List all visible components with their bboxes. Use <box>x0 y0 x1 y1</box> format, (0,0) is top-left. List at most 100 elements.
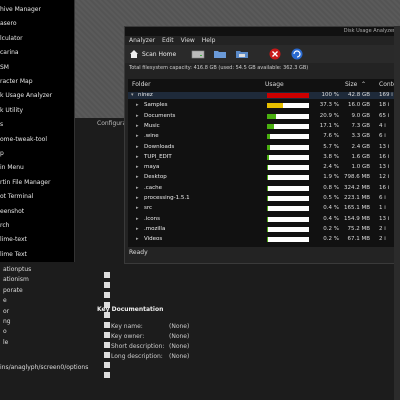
app-menu-item[interactable]: carina <box>0 46 19 60</box>
app-menu-item[interactable]: k Usage Analyzer <box>0 89 52 103</box>
app-menu-item[interactable]: SM <box>0 61 9 75</box>
table-row[interactable]: ▸ .wine 7.6 % 3.3 GB 6 i <box>128 133 398 140</box>
expander-closed-icon[interactable]: ▸ <box>136 164 139 170</box>
config-tree-item[interactable]: e <box>3 297 7 304</box>
expander-closed-icon[interactable]: ▸ <box>136 144 139 150</box>
config-tree-item[interactable]: or <box>3 308 9 315</box>
expander-open-icon[interactable]: ▾ <box>131 92 134 98</box>
refresh-icon <box>291 48 303 60</box>
app-menu-item[interactable]: racter Map <box>0 75 33 89</box>
config-key-icon[interactable] <box>104 282 110 288</box>
app-menu-item[interactable]: ot Terminal <box>0 190 33 204</box>
folder-size: 1.6 GB <box>351 153 370 160</box>
folder-name: Desktop <box>144 174 167 181</box>
expander-closed-icon[interactable]: ▸ <box>136 102 139 108</box>
menu-help[interactable]: Help <box>202 37 216 44</box>
folder-size: 798.6 MB <box>343 174 370 181</box>
usage-bar-fill <box>267 165 269 171</box>
table-row[interactable]: ▸ src 0.4 % 165.1 MB 1 i <box>128 205 398 212</box>
usage-bar <box>267 216 309 222</box>
column-header-size[interactable]: Size <box>345 81 357 91</box>
usage-bar-fill <box>267 134 271 140</box>
folder-size: 7.3 GB <box>351 122 370 129</box>
usage-bar <box>267 134 309 140</box>
scan-filesystem-button[interactable] <box>191 49 205 59</box>
table-row[interactable]: ▸ Downloads 5.7 % 2.4 GB 13 i <box>128 144 398 151</box>
key-doc-label: Long description: <box>111 353 163 360</box>
table-row[interactable]: ▸ Samples 37.3 % 16.0 GB 18 i <box>128 102 398 109</box>
usage-bar <box>267 175 309 181</box>
column-header-usage[interactable]: Usage <box>265 81 284 91</box>
expander-closed-icon[interactable]: ▸ <box>136 216 139 222</box>
menu-analyzer[interactable]: Analyzer <box>129 37 155 44</box>
table-row[interactable]: ▾ ninez 100 % 42.8 GB 169 i <box>128 92 398 100</box>
usage-bar <box>267 123 309 129</box>
app-menu-item[interactable]: lime Text <box>0 248 27 262</box>
config-tree-item[interactable]: le <box>3 339 8 346</box>
expander-closed-icon[interactable]: ▸ <box>136 113 139 119</box>
menu-edit[interactable]: Edit <box>162 37 174 44</box>
background-window-edge <box>394 26 400 400</box>
menu-view[interactable]: View <box>181 37 195 44</box>
scan-home-button[interactable]: Scan Home <box>129 49 176 59</box>
expander-closed-icon[interactable]: ▸ <box>136 185 139 191</box>
app-menu-item[interactable]: lime-text <box>0 233 27 247</box>
app-menu-item[interactable]: asero <box>0 17 17 31</box>
app-menu-item[interactable]: s <box>0 118 3 132</box>
usage-bar-fill <box>267 237 269 243</box>
config-tree-item[interactable]: ationism <box>3 276 29 283</box>
expander-closed-icon[interactable]: ▸ <box>136 205 139 211</box>
app-menu-item[interactable]: rch <box>0 219 9 233</box>
column-header-folder[interactable]: Folder <box>132 81 151 91</box>
config-tree-item[interactable]: porate <box>3 287 23 294</box>
table-row[interactable]: ▸ Desktop 1.9 % 798.6 MB 12 i <box>128 174 398 181</box>
config-tree-item[interactable]: ng <box>3 318 11 325</box>
remote-folder-icon <box>236 51 248 58</box>
table-row[interactable]: ▸ .mozilla 0.2 % 75.2 MB 2 i <box>128 226 398 233</box>
scan-folder-button[interactable] <box>213 49 227 59</box>
table-row[interactable]: ▸ Documents 20.9 % 9.0 GB 65 i <box>128 113 398 120</box>
config-tree-item[interactable]: ationptus <box>3 266 31 273</box>
expander-closed-icon[interactable]: ▸ <box>136 133 139 139</box>
app-menu-item[interactable]: ome-tweak-tool <box>0 133 47 147</box>
config-key-icon[interactable] <box>104 272 110 278</box>
folder-name: Music <box>144 122 160 129</box>
folder-usage-table: Folder Usage Size ⌃ Conten ▾ ninez 100 % 42… <box>128 79 400 247</box>
config-tree-item[interactable]: o <box>3 328 7 335</box>
key-documentation-title: Key Documentation <box>97 306 164 313</box>
usage-bar <box>267 165 309 171</box>
scan-remote-folder-button[interactable] <box>235 49 249 59</box>
expander-closed-icon[interactable]: ▸ <box>136 174 139 180</box>
expander-closed-icon[interactable]: ▸ <box>136 226 139 232</box>
app-menu-item[interactable]: p <box>0 147 4 161</box>
table-row[interactable]: ▸ processing-1.5.1 0.5 % 223.1 MB 6 i <box>128 195 398 202</box>
config-key-icon[interactable] <box>104 292 110 298</box>
expander-closed-icon[interactable]: ▸ <box>136 123 139 129</box>
expander-closed-icon[interactable]: ▸ <box>136 236 139 242</box>
disk-usage-analyzer-window: Disk Usage Analyzer Analyzer Edit View H… <box>124 26 400 264</box>
app-menu-item[interactable]: k Utility <box>0 104 23 118</box>
table-row[interactable]: ▸ Music 17.1 % 7.3 GB 4 i <box>128 123 398 130</box>
table-row[interactable]: ▸ .icons 0.4 % 154.9 MB 13 i <box>128 216 398 223</box>
usage-bar <box>267 93 309 98</box>
stop-button[interactable] <box>269 48 281 60</box>
usage-bar <box>267 144 309 150</box>
refresh-button[interactable] <box>291 48 303 60</box>
app-menu-item[interactable]: eenshot <box>0 205 24 219</box>
app-menu-item[interactable]: in Menu <box>0 161 24 175</box>
toolbar: Scan Home <box>125 45 400 63</box>
usage-bar <box>267 237 309 243</box>
expander-closed-icon[interactable]: ▸ <box>136 195 139 201</box>
app-menu-item[interactable]: hive Manager <box>0 3 41 17</box>
expander-closed-icon[interactable]: ▸ <box>136 154 139 160</box>
table-row[interactable]: ▸ TUPI_EDIT 3.8 % 1.6 GB 16 i <box>128 154 398 161</box>
usage-bar-fill <box>267 144 270 150</box>
folder-size: 154.9 MB <box>343 215 370 222</box>
folder-name: Samples <box>144 102 168 109</box>
app-menu-item[interactable]: rtin File Manager <box>0 176 50 190</box>
app-menu-item[interactable]: lculator <box>0 32 23 46</box>
table-row[interactable]: ▸ maya 2.4 % 1.0 GB 13 i <box>128 164 398 171</box>
harddisk-icon <box>191 50 205 59</box>
table-row[interactable]: ▸ .cache 0.8 % 324.2 MB 16 i <box>128 185 398 192</box>
table-row[interactable]: ▸ Videos 0.2 % 67.1 MB 2 i <box>128 236 398 243</box>
